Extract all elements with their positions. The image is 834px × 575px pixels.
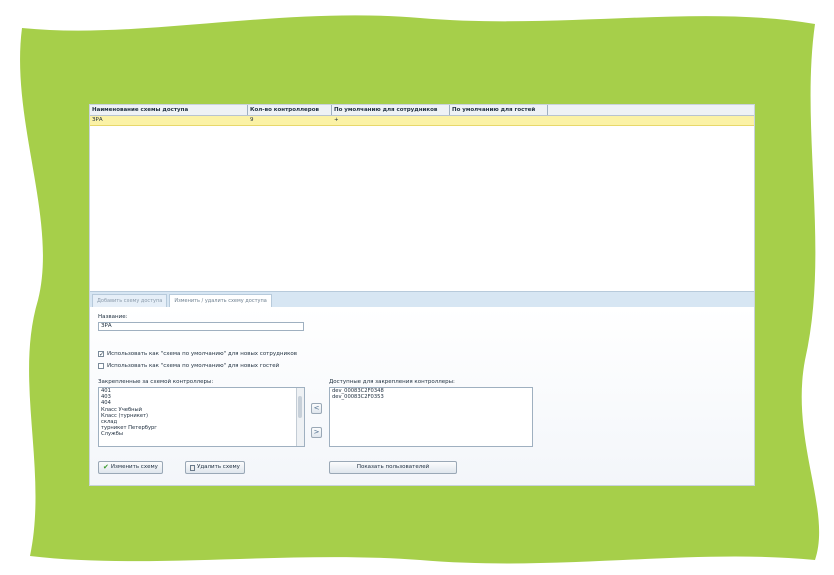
move-left-button[interactable]: <: [311, 403, 322, 414]
show-users-button[interactable]: Показать пользователей: [329, 461, 457, 474]
edit-scheme-button[interactable]: ✔ Изменить схему: [98, 461, 163, 474]
column-header-default-staff[interactable]: По умолчанию для сотрудников: [332, 105, 450, 115]
column-header-default-guest[interactable]: По умолчанию для гостей: [450, 105, 548, 115]
tab-edit-delete-scheme[interactable]: Изменить / удалить схему доступа: [169, 294, 272, 307]
delete-scheme-button[interactable]: Удалить схему: [185, 461, 245, 474]
default-guest-checkbox[interactable]: [98, 363, 104, 369]
show-users-label: Показать пользователей: [356, 464, 430, 470]
scrollbar[interactable]: [296, 388, 304, 446]
tab-bar: Добавить схему доступа Изменить / удалит…: [90, 291, 754, 307]
column-header-name[interactable]: Наименование схемы доступа: [90, 105, 248, 115]
table-row[interactable]: ЗРА 9 +: [90, 116, 754, 126]
grid-header: Наименование схемы доступа Кол-во контро…: [90, 105, 754, 116]
delete-scheme-label: Удалить схему: [197, 464, 240, 470]
default-staff-label: Использовать как "схема по умолчанию" дл…: [107, 351, 298, 357]
tab-add-scheme[interactable]: Добавить схему доступа: [92, 294, 168, 307]
list-item[interactable]: Службы: [99, 431, 304, 437]
list-item[interactable]: dev_00083C2F0353: [330, 394, 532, 400]
assigned-controllers-label: Закрепленные за схемой контроллеры:: [98, 379, 214, 385]
cell-default-staff: +: [334, 117, 339, 123]
name-field[interactable]: ЗРА: [98, 322, 304, 331]
checkmark-icon: ✔: [103, 463, 109, 471]
cell-default-guest: [450, 116, 548, 125]
trash-icon: [190, 464, 195, 471]
edit-scheme-label: Изменить схему: [110, 464, 158, 470]
scheme-form: Название: ЗРА ✓ Использовать как "схема …: [90, 307, 754, 485]
cell-name: ЗРА: [92, 117, 103, 123]
cell-count: 9: [250, 117, 254, 123]
available-controllers-label: Доступные для закрепления контроллеры:: [329, 379, 455, 385]
column-header-count[interactable]: Кол-во контроллеров: [248, 105, 332, 115]
available-controllers-list[interactable]: dev_00083C2F0348 dev_00083C2F0353: [329, 387, 533, 447]
default-guest-label: Использовать как "схема по умолчанию" дл…: [107, 363, 280, 369]
move-right-button[interactable]: >: [311, 427, 322, 438]
default-staff-checkbox[interactable]: ✓: [98, 351, 104, 358]
access-schemes-window: Наименование схемы доступа Кол-во контро…: [89, 104, 755, 486]
name-label: Название:: [98, 314, 128, 320]
assigned-controllers-list[interactable]: 401 403 404 Класс Учебный Класс (турнике…: [98, 387, 305, 447]
scrollbar-thumb[interactable]: [298, 396, 302, 418]
